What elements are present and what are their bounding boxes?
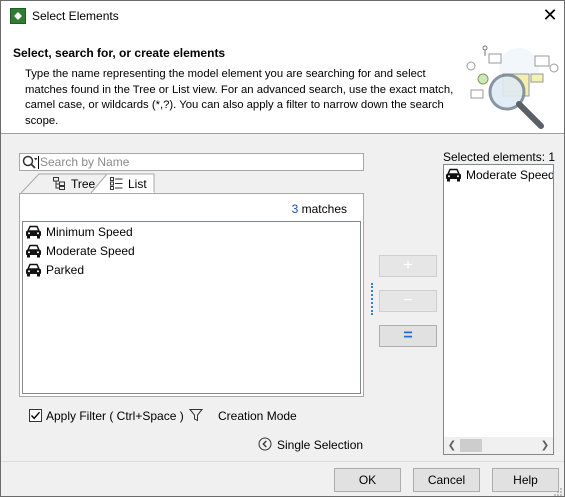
- apply-filter-label[interactable]: Apply Filter ( Ctrl+Space ): [46, 409, 184, 423]
- list-item[interactable]: Minimum Speed: [25, 223, 133, 241]
- selected-elements-label: Selected elements: 1: [443, 150, 556, 164]
- selected-item-label: Moderate Speed: [466, 168, 554, 182]
- select-elements-dialog: Select Elements ✕ Select, search for, or…: [0, 0, 565, 497]
- banner-description: Type the name representing the model ele…: [25, 68, 454, 127]
- tree-icon: [53, 177, 65, 190]
- search-field[interactable]: [19, 153, 364, 171]
- creation-mode-button[interactable]: Creation Mode: [218, 409, 297, 423]
- apply-filter-checkbox[interactable]: [29, 409, 42, 422]
- filter-icon[interactable]: [189, 408, 203, 422]
- scrollbar-thumb[interactable]: [460, 439, 482, 452]
- cancel-button[interactable]: Cancel: [413, 468, 480, 492]
- tab-list-label: List: [128, 177, 147, 191]
- text-caret: [38, 156, 39, 169]
- close-icon[interactable]: ✕: [541, 6, 559, 24]
- remove-all-button[interactable]: =: [379, 325, 437, 347]
- splitter-handle[interactable]: [371, 283, 373, 315]
- chevron-left-circle-icon[interactable]: [258, 437, 272, 451]
- window-title: Select Elements: [32, 9, 119, 23]
- list-item-label: Parked: [46, 263, 85, 277]
- help-button[interactable]: Help: [492, 468, 559, 492]
- tab-list[interactable]: List: [108, 176, 152, 192]
- ok-button[interactable]: OK: [334, 468, 401, 492]
- app-icon: [10, 8, 26, 24]
- header-banner: Select, search for, or create elements T…: [1, 32, 564, 134]
- results-panel: 3 matches Minimum Speed Moderate Speed P…: [19, 193, 364, 397]
- list-item-label: Moderate Speed: [46, 244, 135, 258]
- scroll-left-icon[interactable]: ❮: [445, 438, 459, 453]
- single-selection-toggle[interactable]: Single Selection: [277, 438, 363, 452]
- checkmark-icon: [30, 411, 41, 420]
- search-icon[interactable]: [22, 155, 38, 169]
- car-icon: [26, 225, 41, 239]
- remove-button[interactable]: −: [379, 290, 437, 312]
- car-icon: [26, 244, 41, 258]
- match-count-label: matches: [301, 202, 347, 216]
- list-item-label: Minimum Speed: [46, 225, 133, 239]
- tab-tree-label: Tree: [71, 177, 96, 191]
- results-list[interactable]: Minimum Speed Moderate Speed Parked: [22, 221, 361, 394]
- selected-elements-list[interactable]: Moderate Speed ❮ ❯: [443, 164, 554, 455]
- list-icon: [110, 177, 123, 190]
- list-item[interactable]: Parked: [25, 261, 84, 279]
- list-item[interactable]: Moderate Speed: [25, 242, 135, 260]
- match-count-number: 3: [291, 202, 299, 216]
- scroll-right-icon[interactable]: ❯: [538, 438, 552, 453]
- tab-tree[interactable]: Tree: [51, 176, 96, 192]
- title-bar: Select Elements ✕: [1, 1, 564, 32]
- selected-list-item[interactable]: Moderate Speed: [445, 166, 554, 184]
- resize-grip-icon[interactable]: [553, 487, 563, 497]
- horizontal-scrollbar[interactable]: ❮ ❯: [444, 437, 553, 454]
- car-icon: [446, 168, 461, 182]
- search-illustration-icon: [466, 45, 559, 129]
- search-input[interactable]: [39, 154, 361, 170]
- match-count: 3 matches: [292, 202, 347, 216]
- add-button[interactable]: +: [379, 255, 437, 277]
- banner-title: Select, search for, or create elements: [13, 46, 226, 60]
- car-icon: [26, 263, 41, 277]
